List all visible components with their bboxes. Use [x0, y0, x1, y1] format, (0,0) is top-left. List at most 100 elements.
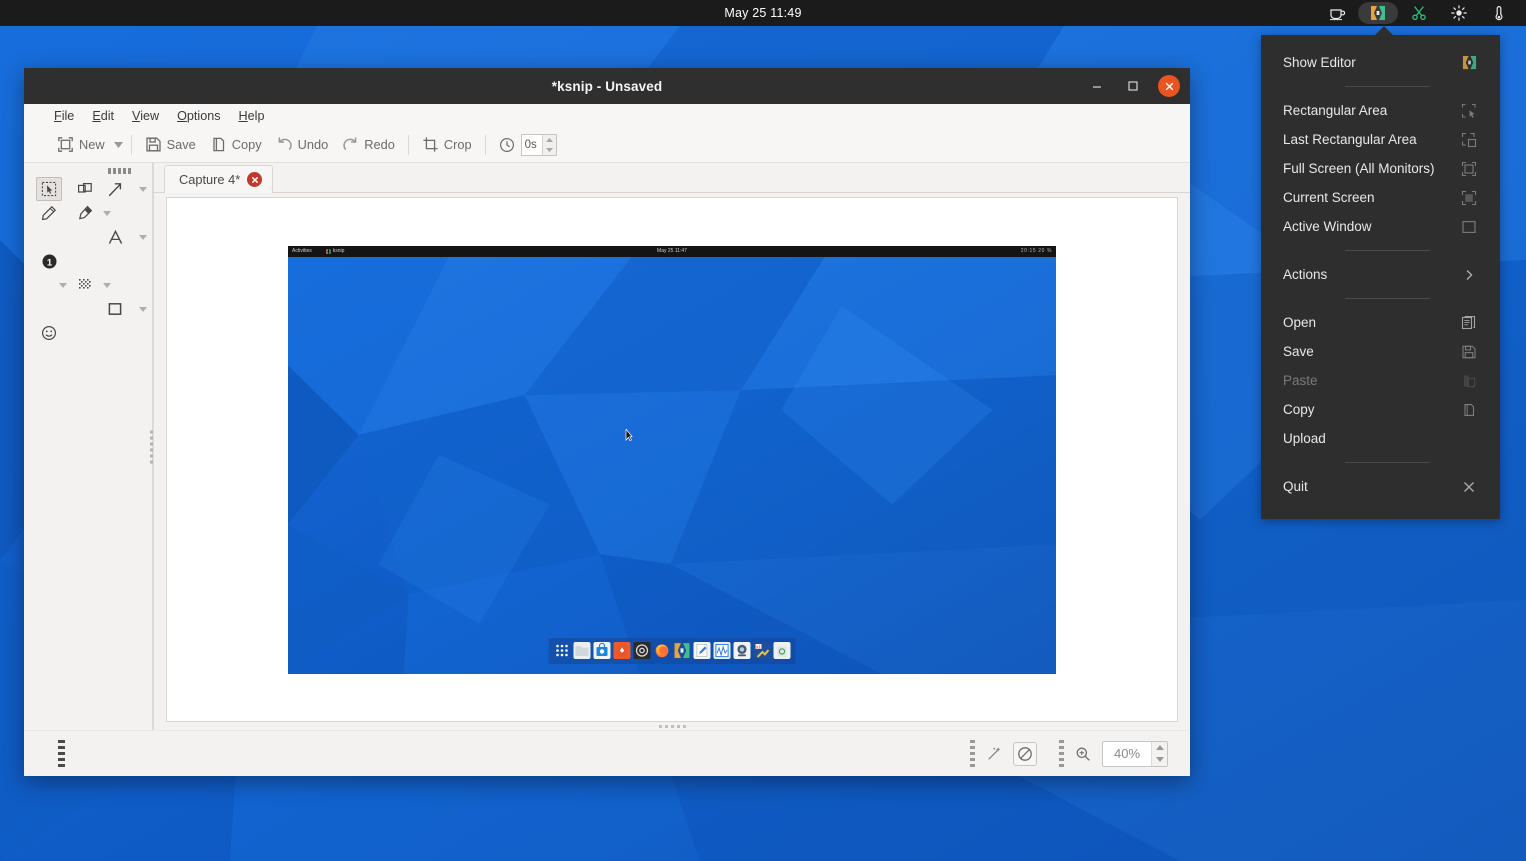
- menu-item-copy[interactable]: Copy: [1261, 395, 1500, 424]
- menu-item-save[interactable]: Save: [1261, 337, 1500, 366]
- arrow-tool-dropdown[interactable]: [136, 177, 150, 201]
- menu-item-last-rectangular-area[interactable]: Last Rectangular Area: [1261, 125, 1500, 154]
- zoom-spin-down-icon[interactable]: [1152, 754, 1167, 766]
- zoom-spinbox[interactable]: 40%: [1102, 740, 1168, 767]
- menu-item-active-window[interactable]: Active Window: [1261, 212, 1500, 241]
- paste-icon: [1460, 372, 1478, 390]
- spin-up-icon[interactable]: [543, 135, 556, 145]
- minimize-icon[interactable]: [1086, 75, 1108, 97]
- annotation-tool-dock: 1: [24, 163, 152, 730]
- coffee-cup-icon[interactable]: [1318, 0, 1356, 26]
- menu-item-label: Upload: [1283, 431, 1326, 446]
- zoom-spin-arrows[interactable]: [1151, 741, 1167, 766]
- zoom-group: 40%: [1059, 740, 1168, 767]
- menu-item-paste[interactable]: Paste: [1261, 366, 1500, 395]
- files-icon: [573, 642, 591, 659]
- menu-item-actions[interactable]: Actions: [1261, 260, 1500, 289]
- text-tool[interactable]: [102, 225, 128, 249]
- system-tray: [1318, 0, 1518, 26]
- window-titlebar[interactable]: *ksnip - Unsaved: [24, 68, 1190, 104]
- magic-wand-icon[interactable]: [982, 742, 1006, 766]
- open-folder-icon: [1460, 314, 1478, 332]
- current-screen-icon: [1460, 189, 1478, 207]
- copy-label: Copy: [231, 137, 262, 152]
- blur-tool-dropdown[interactable]: [100, 273, 114, 297]
- delay-spin-arrows[interactable]: [541, 134, 556, 155]
- tool-cell: [100, 177, 130, 201]
- maximize-icon[interactable]: [1122, 75, 1144, 97]
- number-tool-dropdown[interactable]: [56, 273, 70, 297]
- statusbar-drag-handle[interactable]: [58, 740, 65, 767]
- no-effect-icon[interactable]: [1013, 741, 1037, 766]
- menu-item-show-editor[interactable]: Show Editor: [1261, 47, 1500, 77]
- save-button[interactable]: Save: [138, 131, 203, 159]
- marker-tool-dropdown[interactable]: [100, 201, 114, 225]
- captured-tray-text: 20:15 20 %: [1020, 248, 1052, 254]
- menu-item-quit[interactable]: Quit: [1261, 472, 1500, 501]
- marker-tool[interactable]: [72, 201, 98, 225]
- menu-item-open[interactable]: Open: [1261, 308, 1500, 337]
- brightness-icon[interactable]: [1440, 0, 1478, 26]
- tab-close-icon[interactable]: [247, 172, 263, 187]
- svg-text:1: 1: [46, 257, 52, 268]
- ksnip-tray-icon[interactable]: [1358, 2, 1398, 24]
- tool-cell: [70, 177, 100, 201]
- top-panel: May 25 11:49: [0, 0, 1526, 26]
- dock-splitter[interactable]: [150, 163, 154, 730]
- brave-icon: [613, 642, 631, 659]
- menu-item-current-screen[interactable]: Current Screen: [1261, 183, 1500, 212]
- zoom-drag-handle[interactable]: [1059, 740, 1064, 767]
- delay-spinbox[interactable]: 0s: [520, 133, 557, 156]
- system-monitor-icon: [713, 642, 731, 659]
- zoom-spin-up-icon[interactable]: [1152, 742, 1167, 754]
- menu-edit[interactable]: Edit: [92, 109, 114, 123]
- spin-down-icon[interactable]: [543, 145, 556, 155]
- menu-item-label: Actions: [1283, 267, 1328, 282]
- menu-file[interactable]: File: [54, 109, 74, 123]
- tray-menu-pointer: [1375, 26, 1393, 35]
- menu-item-full-screen[interactable]: Full Screen (All Monitors): [1261, 154, 1500, 183]
- tab-capture-4[interactable]: Capture 4*: [164, 165, 274, 193]
- menu-item-upload[interactable]: Upload: [1261, 424, 1500, 453]
- canvas-bottom-splitter[interactable]: [154, 722, 1190, 730]
- arrow-tool[interactable]: [102, 177, 128, 201]
- select-tool[interactable]: [36, 177, 62, 201]
- effects-drag-handle[interactable]: [970, 740, 975, 767]
- text-tool-dropdown[interactable]: [136, 225, 150, 249]
- menu-view[interactable]: View: [132, 109, 159, 123]
- crop-label: Crop: [443, 137, 472, 152]
- close-icon[interactable]: [1158, 75, 1180, 97]
- new-button[interactable]: New: [50, 131, 112, 159]
- thermometer-icon[interactable]: [1480, 0, 1518, 26]
- panel-clock[interactable]: May 25 11:49: [0, 6, 1526, 20]
- menu-item-rectangular-area[interactable]: Rectangular Area: [1261, 96, 1500, 125]
- captured-wallpaper: [288, 245, 1056, 674]
- number-tool[interactable]: 1: [36, 249, 62, 273]
- blur-tool[interactable]: [72, 273, 98, 297]
- tool-cell: [34, 201, 64, 225]
- image-canvas[interactable]: Activities ksnip May 25 11:47 20:15 20 %: [166, 197, 1178, 722]
- pen-tool[interactable]: [36, 201, 62, 225]
- sticker-tool[interactable]: [36, 321, 62, 345]
- splitter-grip: [150, 430, 153, 463]
- redo-button[interactable]: Redo: [335, 131, 402, 159]
- crop-button[interactable]: Crop: [415, 131, 479, 159]
- captured-screenshot: Activities ksnip May 25 11:47 20:15 20 %: [288, 245, 1056, 674]
- scissors-icon[interactable]: [1400, 0, 1438, 26]
- copy-button[interactable]: Copy: [203, 131, 269, 159]
- rectangle-tool-dropdown[interactable]: [136, 297, 150, 321]
- splitter-grip: [658, 724, 686, 728]
- menu-separator: [1345, 462, 1430, 463]
- undo-button[interactable]: Undo: [269, 131, 336, 159]
- new-dropdown-arrow[interactable]: [112, 131, 125, 159]
- menu-help[interactable]: Help: [239, 109, 265, 123]
- duplicate-tool[interactable]: [72, 177, 98, 201]
- menu-separator: [1345, 86, 1430, 87]
- tool-cell: [34, 177, 64, 201]
- rectangle-tool[interactable]: [102, 297, 128, 321]
- delay-value: 0s: [524, 138, 537, 151]
- dock-drag-handle[interactable]: [108, 168, 131, 174]
- menu-options[interactable]: Options: [177, 109, 220, 123]
- ksnip-logo-icon: [1460, 53, 1478, 71]
- zoom-magnifier-icon[interactable]: [1071, 742, 1095, 766]
